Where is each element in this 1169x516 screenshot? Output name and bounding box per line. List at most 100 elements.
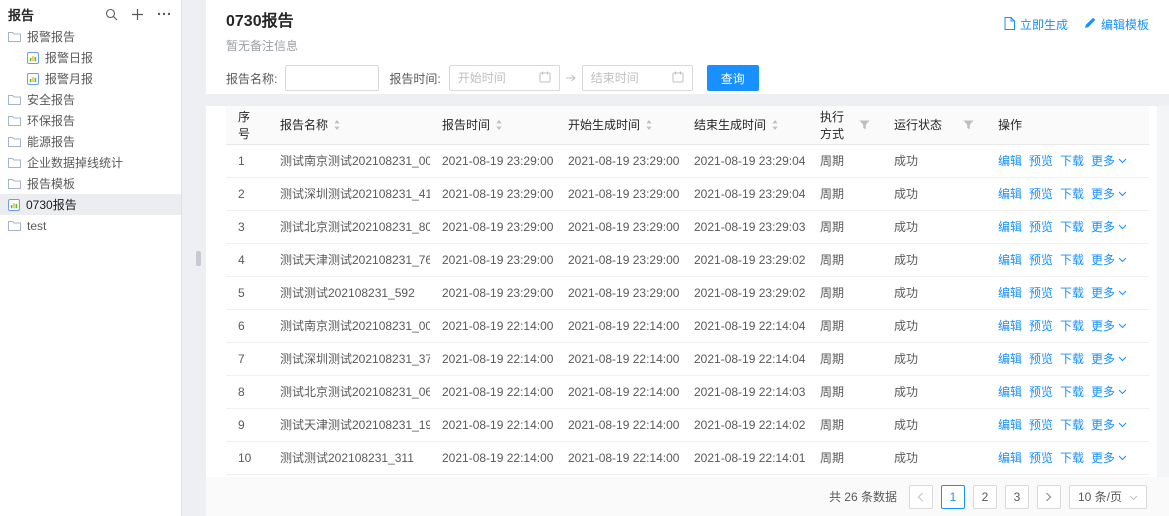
column-header-exec_mode[interactable]: 执行方式 [808, 106, 882, 144]
row-action-label: 预览 [1029, 284, 1053, 301]
tree-item-report[interactable]: 0730报告 [0, 194, 181, 215]
scrollbar-track[interactable] [1157, 106, 1169, 477]
row-action-label: 编辑 [998, 449, 1022, 466]
page-button-1[interactable]: 1 [941, 485, 965, 509]
column-header-report_time[interactable]: 报告时间 [430, 106, 556, 144]
row-action-edit[interactable]: 编辑 [998, 383, 1022, 400]
row-action-download[interactable]: 下载 [1060, 416, 1084, 433]
sort-caret-icon[interactable] [495, 119, 503, 131]
row-action-preview[interactable]: 预览 [1029, 152, 1053, 169]
row-action-more[interactable]: 更多 [1091, 350, 1127, 367]
search-icon[interactable] [105, 8, 118, 21]
row-action-preview[interactable]: 预览 [1029, 185, 1053, 202]
row-action-download[interactable]: 下载 [1060, 350, 1084, 367]
tree-item-folder[interactable]: test [0, 215, 181, 236]
row-action-edit[interactable]: 编辑 [998, 416, 1022, 433]
row-action-preview[interactable]: 预览 [1029, 317, 1053, 334]
column-header-start_time[interactable]: 开始生成时间 [556, 106, 682, 144]
row-action-download[interactable]: 下载 [1060, 185, 1084, 202]
filter-funnel-icon[interactable] [859, 120, 870, 130]
edit-template-button[interactable]: 编辑模板 [1084, 16, 1149, 33]
row-action-download[interactable]: 下载 [1060, 449, 1084, 466]
search-button[interactable]: 查询 [707, 65, 759, 91]
row-action-more[interactable]: 更多 [1091, 416, 1127, 433]
row-action-more[interactable]: 更多 [1091, 284, 1127, 301]
column-label: 报告名称 [280, 116, 328, 133]
title-block: 0730报告 暂无备注信息 [226, 12, 298, 54]
cell-end_time: 2021-08-19 22:14:01 [682, 441, 808, 474]
tree-item-folder[interactable]: 企业数据掉线统计 [0, 152, 181, 173]
start-time-input-box[interactable] [449, 65, 560, 91]
prev-page-button[interactable] [909, 485, 933, 509]
row-action-download[interactable]: 下载 [1060, 251, 1084, 268]
column-header-name[interactable]: 报告名称 [268, 106, 430, 144]
end-time-input[interactable] [591, 71, 668, 85]
tree-item-report[interactable]: 报警月报 [0, 68, 181, 89]
row-action-preview[interactable]: 预览 [1029, 284, 1053, 301]
tree-item-folder[interactable]: 环保报告 [0, 110, 181, 131]
row-action-preview[interactable]: 预览 [1029, 449, 1053, 466]
column-header-status[interactable]: 运行状态 [882, 106, 986, 144]
start-time-input[interactable] [458, 71, 535, 85]
row-action-more[interactable]: 更多 [1091, 185, 1127, 202]
panel-resize-handle[interactable] [196, 251, 201, 266]
sort-caret-icon[interactable] [645, 119, 653, 131]
row-action-download[interactable]: 下载 [1060, 317, 1084, 334]
row-action-more[interactable]: 更多 [1091, 251, 1127, 268]
tree-item-folder[interactable]: 报告模板 [0, 173, 181, 194]
row-action-preview[interactable]: 预览 [1029, 383, 1053, 400]
cell-status: 成功 [882, 342, 986, 375]
row-action-preview[interactable]: 预览 [1029, 251, 1053, 268]
row-action-preview[interactable]: 预览 [1029, 350, 1053, 367]
sort-caret-icon[interactable] [333, 119, 341, 131]
row-action-edit[interactable]: 编辑 [998, 317, 1022, 334]
file-icon [1004, 17, 1015, 33]
row-action-download[interactable]: 下载 [1060, 284, 1084, 301]
row-action-edit[interactable]: 编辑 [998, 152, 1022, 169]
report-time-label: 报告时间: [389, 70, 440, 87]
row-action-edit[interactable]: 编辑 [998, 449, 1022, 466]
add-icon[interactable] [131, 8, 144, 21]
row-action-preview[interactable]: 预览 [1029, 218, 1053, 235]
filter-funnel-icon[interactable] [963, 120, 974, 130]
column-label: 运行状态 [894, 116, 942, 133]
row-action-edit[interactable]: 编辑 [998, 218, 1022, 235]
page-button-3[interactable]: 3 [1005, 485, 1029, 509]
row-action-more[interactable]: 更多 [1091, 218, 1127, 235]
page-button-2[interactable]: 2 [973, 485, 997, 509]
cell-index: 4 [226, 243, 268, 276]
row-action-more[interactable]: 更多 [1091, 152, 1127, 169]
cell-status: 成功 [882, 375, 986, 408]
tree-item-label: 报警月报 [45, 70, 93, 87]
sort-caret-icon[interactable] [771, 119, 779, 131]
row-action-edit[interactable]: 编辑 [998, 350, 1022, 367]
cell-end_time: 2021-08-19 22:14:04 [682, 309, 808, 342]
cell-name: 测试测试202108231_592 [268, 276, 430, 309]
ellipsis-icon[interactable] [157, 12, 171, 16]
cell-name: 测试南京测试202108231_001 [268, 309, 430, 342]
tree-item-folder[interactable]: 安全报告 [0, 89, 181, 110]
row-action-more[interactable]: 更多 [1091, 449, 1127, 466]
tree-item-folder[interactable]: 报警报告 [0, 26, 181, 47]
page-size-select[interactable]: 10 条/页 [1069, 485, 1147, 509]
row-action-edit[interactable]: 编辑 [998, 284, 1022, 301]
cell-end_time: 2021-08-19 22:14:03 [682, 375, 808, 408]
row-action-more[interactable]: 更多 [1091, 317, 1127, 334]
row-action-more[interactable]: 更多 [1091, 383, 1127, 400]
row-action-download[interactable]: 下载 [1060, 152, 1084, 169]
generate-now-button[interactable]: 立即生成 [1004, 16, 1068, 33]
row-action-label: 预览 [1029, 185, 1053, 202]
report-name-input[interactable] [285, 65, 379, 91]
column-header-end_time[interactable]: 结束生成时间 [682, 106, 808, 144]
next-page-button[interactable] [1037, 485, 1061, 509]
tree-item-report[interactable]: 报警日报 [0, 47, 181, 68]
row-action-download[interactable]: 下载 [1060, 218, 1084, 235]
tree-item-folder[interactable]: 能源报告 [0, 131, 181, 152]
chevron-down-icon [1118, 323, 1127, 329]
end-time-input-box[interactable] [582, 65, 693, 91]
row-action-edit[interactable]: 编辑 [998, 185, 1022, 202]
row-action-label: 编辑 [998, 218, 1022, 235]
row-action-download[interactable]: 下载 [1060, 383, 1084, 400]
row-action-preview[interactable]: 预览 [1029, 416, 1053, 433]
row-action-edit[interactable]: 编辑 [998, 251, 1022, 268]
